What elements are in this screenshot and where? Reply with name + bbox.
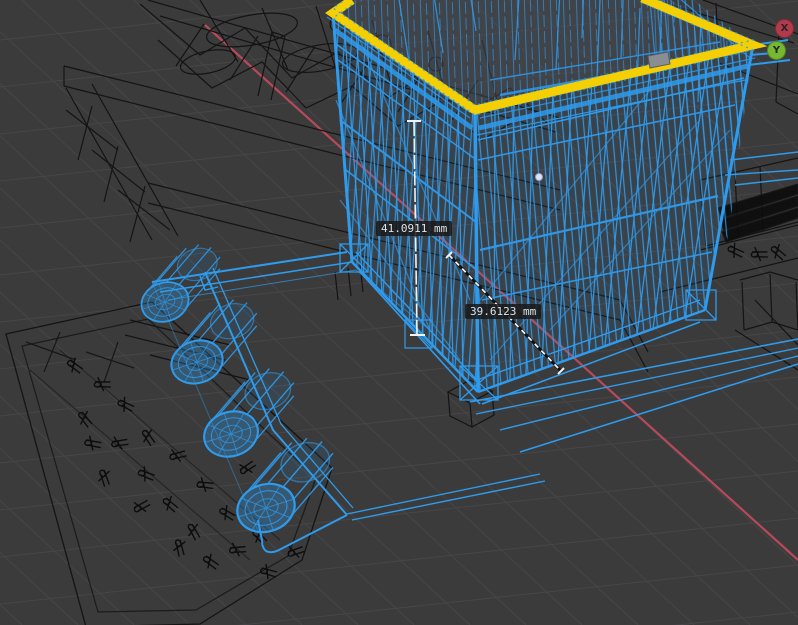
gizmo-axis-y-button[interactable]: Y [767,41,786,60]
scene-wireframe [0,0,798,625]
gizmo-axis-x-button[interactable]: X [775,19,794,38]
object-origin-dot [535,173,543,181]
measurement-label-a[interactable]: 41.0911 mm [376,221,453,236]
measurement-label-b[interactable]: 39.6123 mm [465,304,542,319]
3d-viewport[interactable]: 41.0911 mm 39.6123 mm X Y [0,0,798,625]
